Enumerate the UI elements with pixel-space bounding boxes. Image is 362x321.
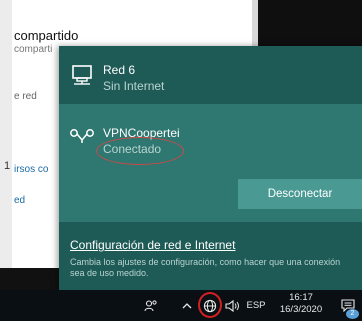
background-title: compartido [14, 28, 79, 43]
vpn-icon [69, 127, 95, 150]
clock-date: 16/3/2020 [279, 304, 323, 315]
network-settings-section: Configuración de red e Internet Cambia l… [59, 222, 362, 290]
chevron-up-icon[interactable] [178, 290, 196, 321]
clock-time: 16:17 [289, 292, 313, 303]
people-icon[interactable] [141, 290, 161, 321]
language-indicator[interactable]: ESP [244, 290, 268, 321]
taskbar: ESP 16:17 16/3/2020 2 [0, 290, 362, 321]
background-dark-area [258, 0, 362, 48]
volume-icon[interactable] [223, 290, 243, 321]
network-settings-description: Cambia los ajustes de configuración, com… [70, 257, 341, 278]
ethernet-icon [70, 64, 94, 91]
network-flyout: Red 6 Sin Internet VPNCoopertei Conectad… [59, 46, 362, 290]
notification-icon[interactable]: 2 [336, 290, 360, 321]
background-link[interactable]: irsos co [14, 164, 48, 175]
red-circle-annotation-taskbar [198, 292, 222, 318]
network-name: Red 6 [103, 63, 136, 77]
red-circle-annotation [96, 137, 184, 165]
network-item-red6[interactable]: Red 6 Sin Internet [59, 46, 362, 104]
background-link-2[interactable]: ed [14, 195, 25, 206]
network-settings-link[interactable]: Configuración de red e Internet [70, 238, 235, 252]
background-subtitle: comparti [14, 44, 53, 55]
background-left-strip [0, 0, 12, 270]
network-item-vpn[interactable]: VPNCoopertei Conectado Desconectar [59, 104, 362, 222]
background-text: e red [14, 91, 37, 102]
background-bullet: 1 [4, 160, 11, 172]
language-label: ESP [246, 300, 266, 311]
notification-count-badge: 2 [346, 309, 359, 319]
clock[interactable]: 16:17 16/3/2020 [270, 292, 332, 321]
background-dark-footer [0, 268, 60, 290]
disconnect-button[interactable]: Desconectar [238, 179, 362, 209]
network-status: Sin Internet [103, 79, 165, 93]
